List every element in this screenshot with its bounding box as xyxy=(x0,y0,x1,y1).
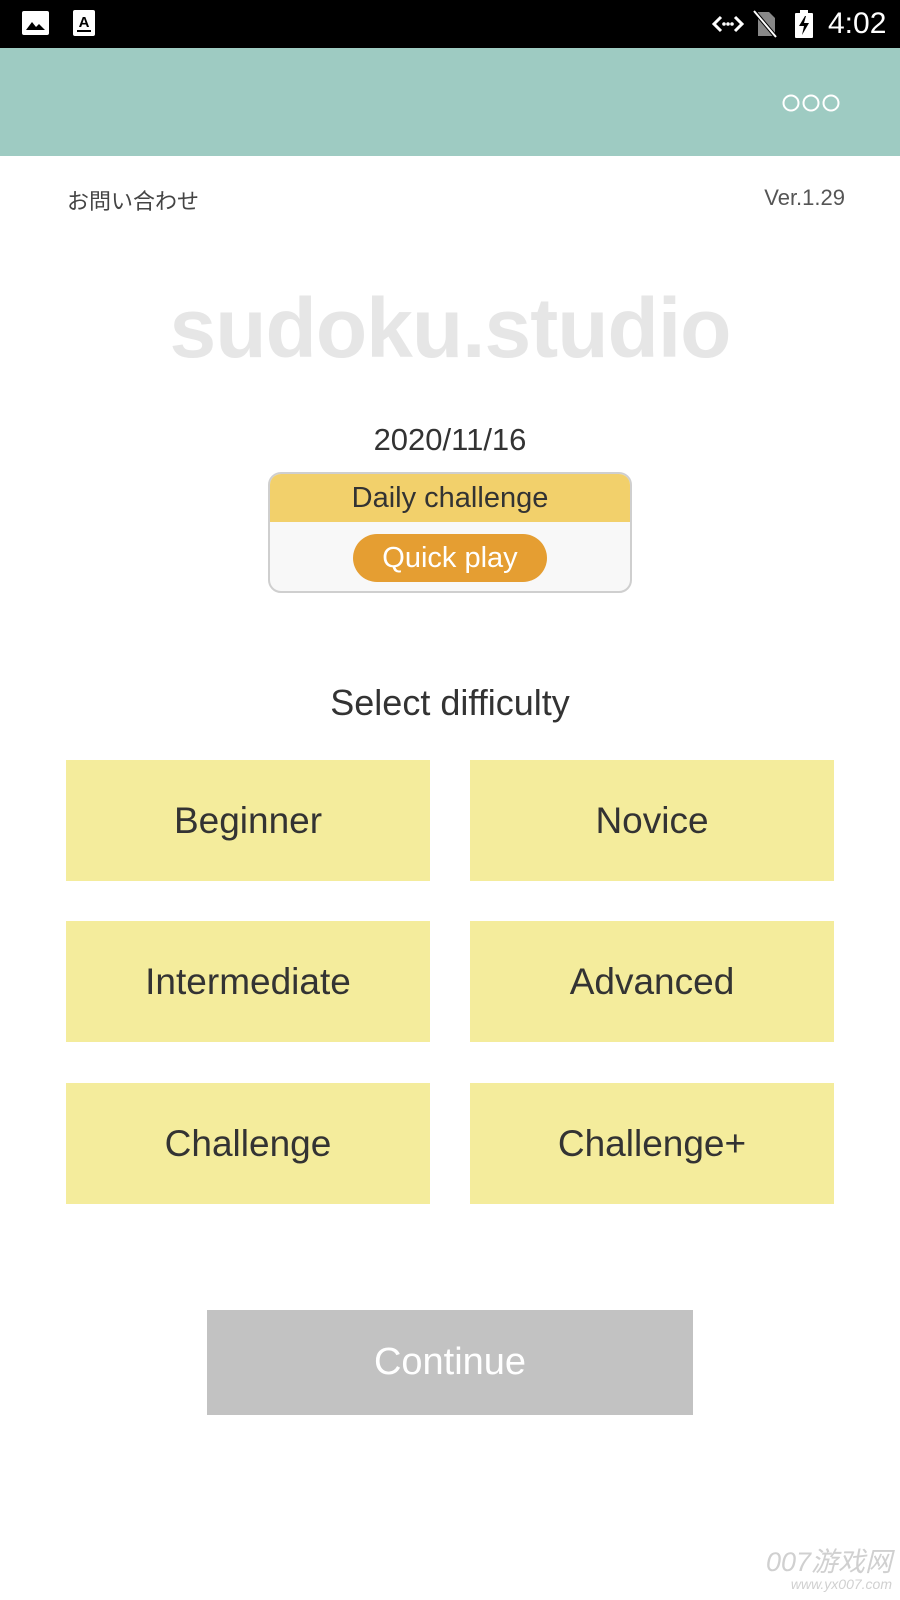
beginner-button[interactable]: Beginner xyxy=(66,760,430,881)
intermediate-button[interactable]: Intermediate xyxy=(66,921,430,1042)
status-clock: 4:02 xyxy=(828,7,887,40)
more-icon[interactable] xyxy=(782,92,840,114)
continue-button[interactable]: Continue xyxy=(207,1310,693,1415)
contact-link[interactable]: お問い合わせ xyxy=(67,184,199,216)
image-icon xyxy=(22,11,49,35)
no-sim-icon xyxy=(753,10,777,38)
watermark-url: www.yx007.com xyxy=(790,1576,892,1592)
daily-challenge-card: Daily challenge Quick play xyxy=(268,472,632,593)
quick-play-button[interactable]: Quick play xyxy=(353,534,547,582)
watermark-title: 007游戏网 xyxy=(765,1547,892,1577)
select-difficulty-heading: Select difficulty xyxy=(330,682,570,723)
app-logo: sudoku.studio xyxy=(169,281,732,375)
daily-challenge-title: Daily challenge xyxy=(270,474,630,522)
novice-button[interactable]: Novice xyxy=(470,760,834,881)
watermark: 007游戏网 www.yx007.com xyxy=(766,1548,892,1592)
font-icon: A xyxy=(73,10,95,36)
daily-date: 2020/11/16 xyxy=(373,422,527,457)
network-icon xyxy=(712,15,744,33)
svg-text:A: A xyxy=(79,14,90,31)
status-bar: A 4:02 xyxy=(0,0,900,48)
version-label: Ver.1.29 xyxy=(764,185,845,210)
app-bar xyxy=(0,48,900,156)
advanced-button[interactable]: Advanced xyxy=(470,921,834,1042)
challenge-plus-button[interactable]: Challenge+ xyxy=(470,1083,834,1204)
challenge-button[interactable]: Challenge xyxy=(66,1083,430,1204)
battery-charging-icon xyxy=(795,10,813,38)
